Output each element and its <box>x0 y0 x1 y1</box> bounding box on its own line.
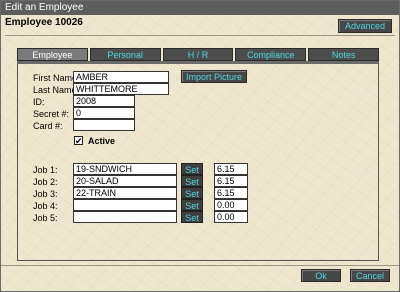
tab-compliance[interactable]: Compliance <box>235 48 307 61</box>
card-label: Card #: <box>33 121 63 131</box>
ok-button[interactable]: Ok <box>301 269 341 282</box>
tab-bar: Employee Personal H / R Compliance Notes <box>17 48 379 61</box>
job-5-label: Job 5: <box>33 213 58 223</box>
job-3-rate-field[interactable]: 6.15 <box>214 187 248 199</box>
job-1-label: Job 1: <box>33 165 58 175</box>
job-1-field[interactable]: 19-SNDWICH <box>73 163 177 175</box>
employee-header-label: Employee 10026 <box>5 17 83 28</box>
tab-employee[interactable]: Employee <box>17 48 88 61</box>
job-3-label: Job 3: <box>33 189 58 199</box>
job-2-set-button[interactable]: Set <box>181 175 203 187</box>
window-title: Edit an Employee <box>1 1 399 15</box>
job-1-rate-field[interactable]: 6.15 <box>214 163 248 175</box>
job-2-field[interactable]: 20-SALAD <box>73 175 177 187</box>
tab-notes[interactable]: Notes <box>308 48 379 61</box>
job-5-rate-field[interactable]: 0.00 <box>214 211 248 223</box>
id-label: ID: <box>33 97 45 107</box>
job-2-rate-field[interactable]: 6.15 <box>214 175 248 187</box>
footer-divider <box>1 265 399 266</box>
secret-label: Secret #: <box>33 109 70 119</box>
header-divider <box>5 35 395 36</box>
import-picture-button[interactable]: Import Picture <box>181 70 247 83</box>
job-3-field[interactable]: 22-TRAIN <box>73 187 177 199</box>
job-2-label: Job 2: <box>33 177 58 187</box>
card-field[interactable] <box>73 119 135 131</box>
job-5-field[interactable] <box>73 211 177 223</box>
last-name-field[interactable]: WHITTEMORE <box>73 83 169 95</box>
job-1-set-button[interactable]: Set <box>181 163 203 175</box>
job-4-set-button[interactable]: Set <box>181 199 203 211</box>
id-field[interactable]: 2008 <box>73 95 135 107</box>
job-5-set-button[interactable]: Set <box>181 211 203 223</box>
active-checkbox[interactable]: ✔ <box>74 136 83 146</box>
tab-hr[interactable]: H / R <box>162 48 234 61</box>
secret-field[interactable]: 0 <box>73 107 135 119</box>
tab-personal[interactable]: Personal <box>89 48 161 61</box>
cancel-button[interactable]: Cancel <box>350 269 390 282</box>
job-4-label: Job 4: <box>33 201 58 211</box>
job-3-set-button[interactable]: Set <box>181 187 203 199</box>
advanced-button[interactable]: Advanced <box>338 19 392 33</box>
first-name-field[interactable]: AMBER <box>73 71 169 83</box>
job-4-rate-field[interactable]: 0.00 <box>214 199 248 211</box>
edit-employee-window: Edit an Employee Employee 10026 Advanced… <box>0 0 400 292</box>
job-4-field[interactable] <box>73 199 177 211</box>
active-label: Active <box>88 136 116 146</box>
